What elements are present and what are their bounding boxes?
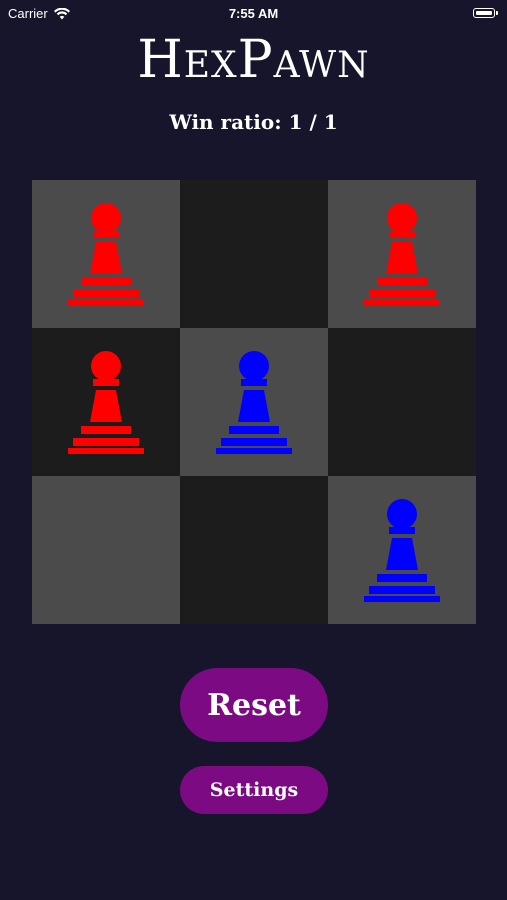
board-square-r1-c3[interactable] — [328, 180, 476, 328]
game-board — [32, 180, 476, 624]
reset-button[interactable]: Reset — [180, 668, 328, 742]
win-ratio: Win ratio: 1 / 1 — [169, 110, 338, 134]
board-square-r3-c1[interactable] — [32, 476, 180, 624]
board-square-r2-c1[interactable] — [32, 328, 180, 476]
battery-icon — [473, 8, 498, 18]
board-square-r3-c3[interactable] — [328, 476, 476, 624]
blue-pawn-icon[interactable] — [363, 498, 441, 602]
board-square-r3-c2[interactable] — [180, 476, 328, 624]
settings-button[interactable]: Settings — [180, 766, 328, 814]
board-square-r2-c2[interactable] — [180, 328, 328, 476]
red-pawn-icon[interactable] — [67, 350, 145, 454]
status-time: 7:55 AM — [228, 6, 279, 21]
board-square-r1-c1[interactable] — [32, 180, 180, 328]
app-title: HexPawn — [137, 30, 370, 90]
red-pawn-icon[interactable] — [67, 202, 145, 306]
board-square-r1-c2[interactable] — [180, 180, 328, 328]
board-square-r2-c3[interactable] — [328, 328, 476, 476]
status-bar: Carrier 7:55 AM — [0, 0, 507, 28]
red-pawn-icon[interactable] — [363, 202, 441, 306]
blue-pawn-icon[interactable] — [215, 350, 293, 454]
